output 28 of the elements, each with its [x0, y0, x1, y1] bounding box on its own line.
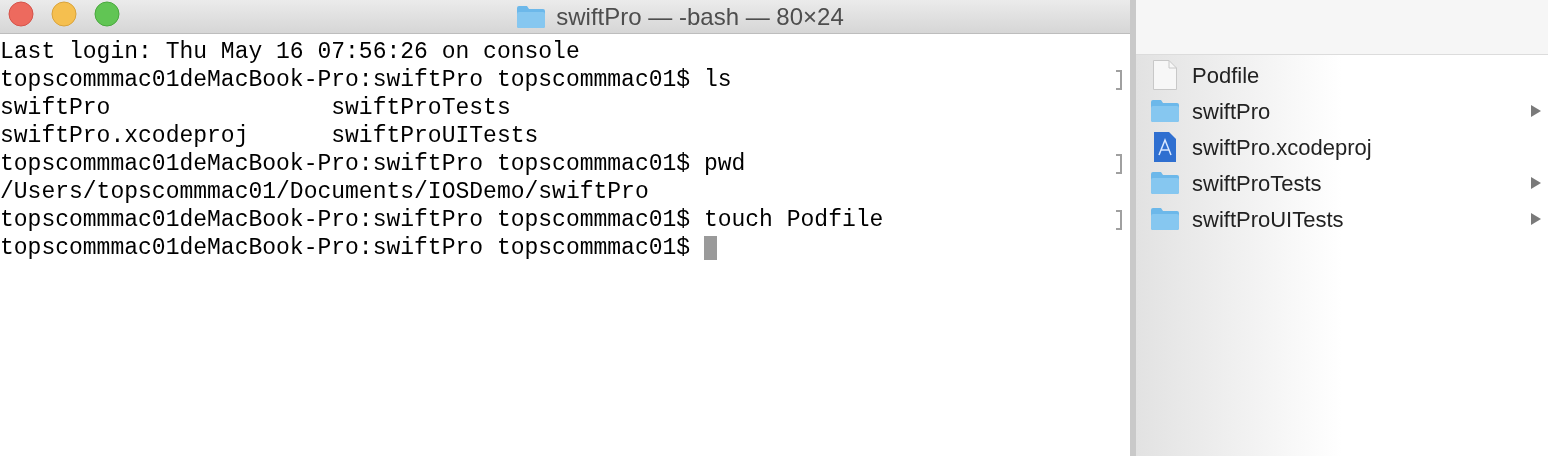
terminal-line: swiftPro swiftProTests — [0, 94, 511, 122]
file-name: swiftPro.xcodeproj — [1192, 133, 1372, 162]
close-icon[interactable] — [8, 1, 34, 27]
terminal-line: Last login: Thu May 16 07:56:26 on console — [0, 38, 580, 66]
file-name: swiftPro — [1192, 97, 1271, 126]
file-row[interactable]: Podfile — [1136, 57, 1548, 93]
document-icon — [1152, 59, 1178, 91]
file-name: Podfile — [1192, 61, 1260, 90]
file-name: swiftProTests — [1192, 169, 1322, 198]
terminal-line: /Users/topscommmac01/Documents/IOSDemo/swiftPro — [0, 178, 649, 206]
file-row[interactable]: swiftProUITests — [1136, 201, 1548, 237]
zoom-icon[interactable] — [94, 1, 120, 27]
minimize-icon[interactable] — [51, 1, 77, 27]
terminal-line: topscommmac01deMacBook-Pro:swiftPro topscommmac01$ — [0, 234, 692, 262]
window-title: swiftPro — -bash — 80×24 — [556, 1, 844, 32]
file-row[interactable]: swiftPro — [1136, 93, 1548, 129]
terminal-line: topscommmac01deMacBook-Pro:swiftPro topscommmac01$ touch Podfile — [0, 206, 884, 234]
folder-icon — [1150, 171, 1180, 195]
project-file-icon — [1153, 131, 1177, 163]
file-row[interactable]: swiftPro.xcodeproj — [1136, 129, 1548, 165]
terminal-line: swiftPro.xcodeproj swiftProUITests — [0, 122, 539, 150]
terminal-line: topscommmac01deMacBook-Pro:swiftPro topscommmac01$ ls — [0, 66, 732, 94]
file-name: swiftProUITests — [1192, 205, 1344, 234]
folder-icon — [1150, 99, 1180, 123]
file-row[interactable]: swiftProTests — [1136, 165, 1548, 201]
terminal-line: topscommmac01deMacBook-Pro:swiftPro topscommmac01$ pwd — [0, 150, 746, 178]
folder-icon — [516, 4, 547, 29]
folder-icon — [1150, 207, 1180, 231]
